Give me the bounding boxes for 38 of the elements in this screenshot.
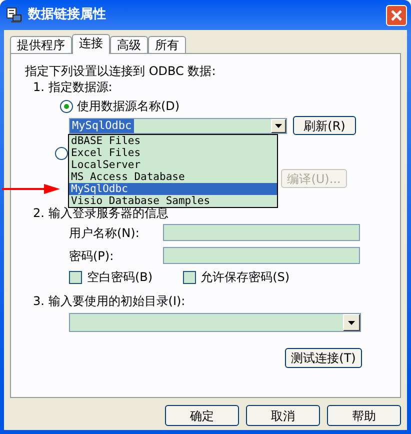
- dropdown-option[interactable]: Visio Database Samples: [69, 195, 277, 207]
- dropdown-option[interactable]: dBASE Files: [69, 135, 277, 147]
- radio-button[interactable]: [60, 100, 73, 112]
- test-connection-button[interactable]: 测试连接(T): [285, 348, 362, 368]
- window-title: 数据链接属性: [28, 8, 106, 22]
- field-label: 密码(P):: [69, 248, 115, 262]
- checkbox[interactable]: [182, 270, 196, 284]
- dropdown-option[interactable]: Excel Files: [69, 147, 277, 159]
- dropdown-option[interactable]: LocalServer: [69, 159, 277, 171]
- section-heading: 1. 指定数据源:: [33, 80, 112, 94]
- input-field[interactable]: [163, 247, 360, 264]
- tab[interactable]: 高级: [110, 36, 148, 53]
- tab[interactable]: 所有: [148, 36, 186, 53]
- tab[interactable]: 连接: [72, 34, 110, 54]
- combo-value: MySqlOdbc: [70, 118, 134, 132]
- checkbox[interactable]: [69, 270, 82, 284]
- arrow-annotation: [2, 183, 60, 195]
- radio-button[interactable]: [55, 147, 68, 160]
- dropdown-arrow-icon: [348, 320, 355, 324]
- checkbox-label: 空白密码(B): [87, 270, 153, 284]
- close-icon: [391, 10, 402, 20]
- dialog-button[interactable]: 取消: [246, 405, 320, 426]
- input-field[interactable]: [163, 224, 360, 241]
- checkbox-label: 允许保存密码(S): [200, 270, 290, 284]
- dropdown-arrow-icon: [275, 124, 282, 128]
- close-button[interactable]: [386, 4, 407, 26]
- radio-label: 使用数据源名称(D): [77, 99, 180, 113]
- dropdown-option[interactable]: MySqlOdbc: [69, 183, 277, 195]
- data-source-combo[interactable]: MySqlOdbc: [69, 118, 287, 134]
- section-heading: 3. 输入要使用的初始目录(I):: [33, 294, 186, 308]
- tab[interactable]: 提供程序: [10, 36, 72, 53]
- intro-text: 指定下列设置以连接到 ODBC 数据:: [25, 64, 216, 80]
- dialog-button[interactable]: 确定: [165, 405, 239, 426]
- refresh-button[interactable]: 刷新(R): [293, 116, 356, 135]
- dropdown-option[interactable]: MS Access Database: [69, 171, 277, 183]
- app-icon: [6, 7, 22, 23]
- field-label: 用户名称(N):: [69, 226, 140, 240]
- dialog-button[interactable]: 帮助: [327, 405, 401, 426]
